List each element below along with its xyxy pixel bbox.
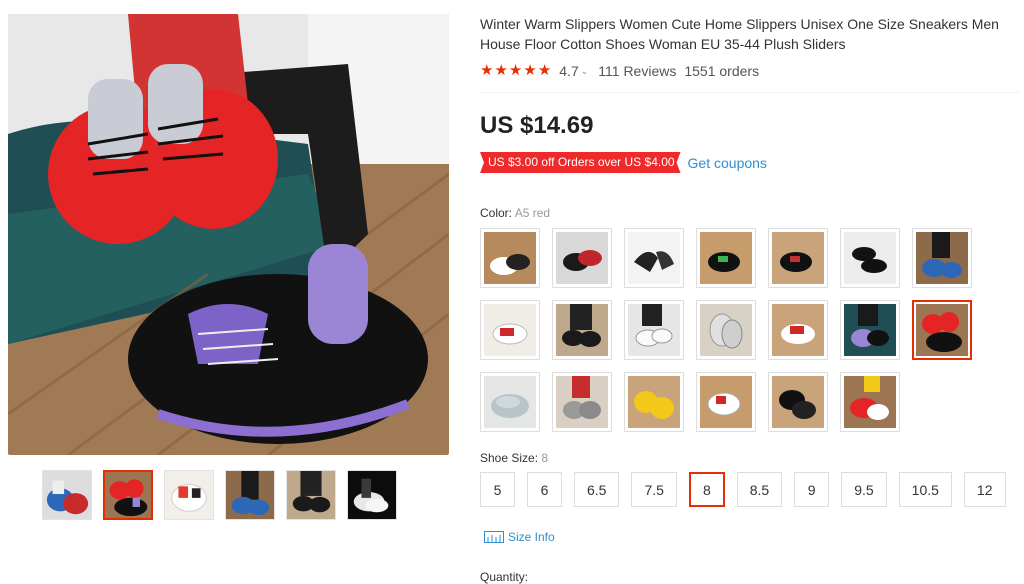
size-option-6-5[interactable]: 6.5	[574, 472, 620, 507]
thumbnail-1[interactable]	[42, 470, 92, 520]
color-swatch-grid	[480, 228, 980, 432]
color-swatch[interactable]	[696, 228, 756, 288]
color-swatch[interactable]	[480, 228, 540, 288]
thumbnail-2[interactable]	[103, 470, 153, 520]
color-selected-value: A5 red	[514, 206, 551, 220]
size-info-text: Size Info	[508, 529, 555, 544]
size-option-10-5[interactable]: 10.5	[898, 472, 952, 507]
color-swatch[interactable]	[912, 228, 972, 288]
main-product-image[interactable]	[8, 14, 449, 455]
star-icon: ★	[494, 62, 508, 79]
divider	[480, 92, 1020, 93]
color-swatch[interactable]	[480, 372, 540, 432]
size-option-12[interactable]: 12	[963, 472, 1006, 507]
star-icon: ★	[508, 62, 523, 79]
color-swatch[interactable]	[840, 228, 900, 288]
star-icon: ★	[523, 62, 537, 79]
quantity-label: Quantity:	[480, 570, 529, 584]
thumbnail-6[interactable]	[347, 470, 397, 520]
coupon-badge[interactable]: US $3.00 off Orders over US $4.00	[480, 152, 681, 173]
size-option-9[interactable]: 9	[794, 472, 830, 507]
rating-row: ★ ★ ★ ★ ★ 4.7 ⌄ 111 Reviews 1551 orders	[480, 62, 759, 80]
rating-stars: ★ ★ ★ ★ ★	[480, 62, 551, 80]
color-swatch[interactable]	[480, 300, 540, 360]
orders-count: 1551 orders	[684, 63, 760, 79]
thumbnail-strip	[42, 470, 397, 520]
coupon-row: US $3.00 off Orders over US $4.00 Get co…	[480, 152, 767, 173]
reviews-link[interactable]: 111 Reviews	[598, 63, 676, 79]
shoe-size-options: 5 6 6.5 7.5 8 8.5 9 9.5 10.5 12 Size Inf…	[480, 472, 1020, 554]
color-swatch[interactable]	[696, 300, 756, 360]
thumbnail-3[interactable]	[164, 470, 214, 520]
chevron-down-icon[interactable]: ⌄	[581, 66, 589, 77]
shoe-size-label: Shoe Size: 8	[480, 451, 548, 465]
color-label-text: Color:	[480, 206, 513, 220]
thumbnail-4[interactable]	[225, 470, 275, 520]
size-option-8-5[interactable]: 8.5	[736, 472, 783, 507]
color-swatch[interactable]	[624, 372, 684, 432]
color-swatch[interactable]	[768, 228, 828, 288]
size-option-8[interactable]: 8	[688, 472, 725, 507]
color-swatch[interactable]	[552, 300, 612, 360]
get-coupons-link[interactable]: Get coupons	[688, 155, 767, 171]
color-swatch[interactable]	[768, 300, 828, 360]
ruler-icon	[484, 530, 504, 543]
star-icon: ★	[480, 62, 494, 79]
thumbnail-5[interactable]	[286, 470, 336, 520]
size-info-link[interactable]: Size Info	[484, 519, 555, 554]
product-price: US $14.69	[480, 112, 594, 139]
shoe-size-selected-value: 8	[541, 451, 549, 465]
product-title: Winter Warm Slippers Women Cute Home Sli…	[480, 16, 999, 52]
color-swatch[interactable]	[552, 228, 612, 288]
shoe-size-label-text: Shoe Size:	[480, 451, 539, 465]
rating-value[interactable]: 4.7	[559, 63, 578, 79]
size-option-6[interactable]: 6	[527, 472, 562, 507]
color-swatch[interactable]	[624, 228, 684, 288]
color-label: Color: A5 red	[480, 206, 550, 220]
color-swatch[interactable]	[840, 372, 900, 432]
color-swatch[interactable]	[768, 372, 828, 432]
color-swatch[interactable]	[624, 300, 684, 360]
color-swatch[interactable]	[840, 300, 900, 360]
size-option-5[interactable]: 5	[480, 472, 515, 507]
size-option-7-5[interactable]: 7.5	[631, 472, 677, 507]
color-swatch-selected[interactable]	[912, 300, 972, 360]
color-swatch[interactable]	[552, 372, 612, 432]
size-option-9-5[interactable]: 9.5	[841, 472, 887, 507]
color-swatch[interactable]	[696, 372, 756, 432]
star-icon: ★	[537, 62, 552, 79]
